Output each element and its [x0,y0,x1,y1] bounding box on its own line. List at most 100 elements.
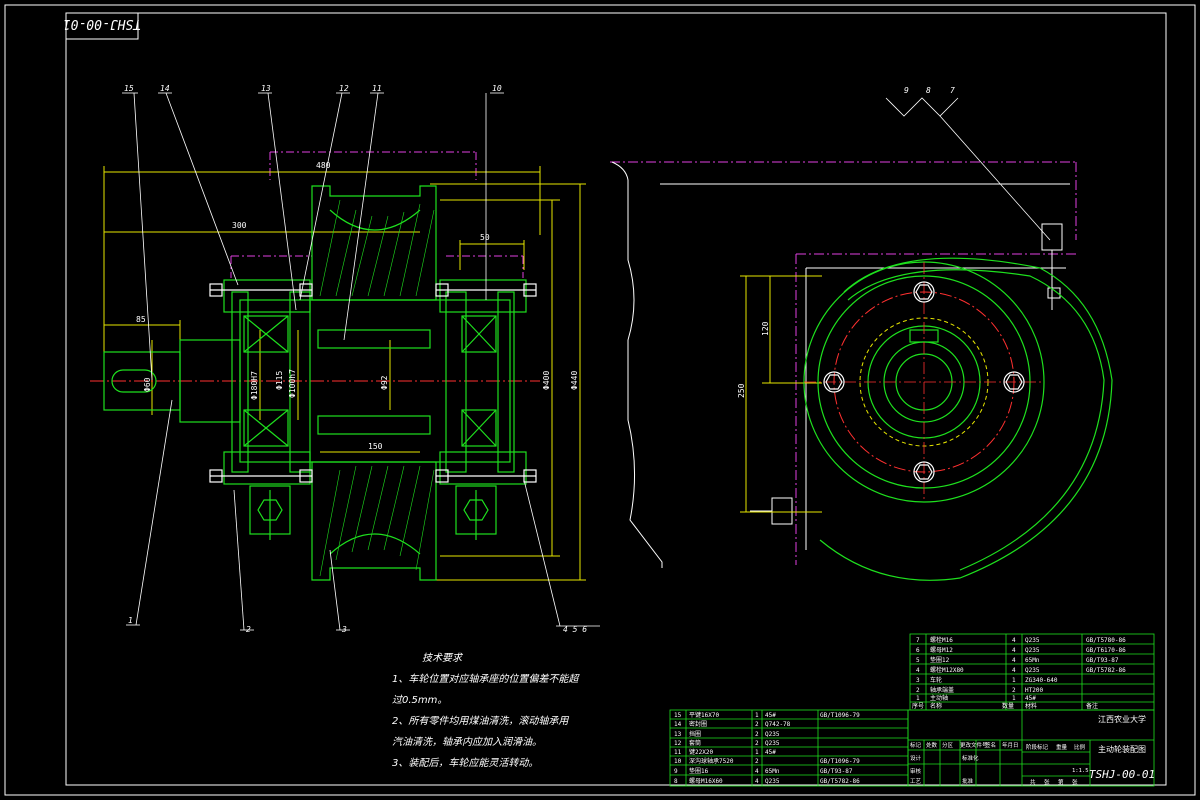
upper-header-no: 序号 [912,702,924,710]
lower-row-qty: 2 [755,758,759,765]
tb-total: 共 [1030,778,1036,786]
upper-row-no: 3 [916,677,920,684]
dim-d100: Φ100h7 [288,369,297,398]
title-block-text: 标记 处数 分区 更改文件号 签名 年月日 设计 标准化 阶段标记 重量 比例 … [910,741,1089,786]
lower-row-no: 12 [674,740,682,747]
lower-row-no: 15 [674,712,682,719]
upper-row-name: 轴承端盖 [930,686,954,694]
tb-zone: 分区 [942,741,954,749]
lower-row-name: 垫圈16 [689,767,709,775]
upper-header-qty: 数量 [1002,702,1014,710]
cad-drawing-sheet: TSHJ-00-01 480 300 85 50 150 Φ400 Φ440 Φ… [4,4,1196,796]
right-dimensions: 120 250 [737,321,770,398]
lower-row-mat: Q235 [765,778,780,785]
lower-row-no: 8 [674,778,678,785]
leader-lines [122,92,1051,631]
upper-row-no: 2 [916,687,920,694]
tb-process: 工艺 [910,778,922,785]
dim-d60: Φ60 [143,377,152,392]
tb-change-doc: 更改文件号 [960,741,988,749]
tb-ratio: 比例 [1074,743,1086,751]
lower-row-mat: 45# [765,712,776,719]
dim-d115: Φ115 [275,371,284,390]
upper-row-mat: 45# [1025,695,1036,702]
tech-line-1: 1、车轮位置对应轴承座的位置偏差不能超 [392,674,579,685]
drawing-code-rotated: TSHJ-00-01 [63,16,141,31]
upper-row-name: 主动轴 [930,694,948,702]
upper-row-mat: ZG340-640 [1025,677,1058,684]
tb-signature: 签名 [985,741,996,749]
lower-row-mat: 45# [765,749,776,756]
lower-row-name: 螺母M16X60 [689,777,723,785]
dim-50: 50 [480,233,490,242]
tb-stage-mark: 阶段标记 [1026,743,1049,751]
upper-row-qty: 4 [1012,647,1016,654]
balloon-12: 12 [339,84,349,93]
lower-row-qty: 4 [755,778,759,785]
tech-title: 技术要求 [422,653,462,664]
upper-row-no: 6 [916,647,920,654]
upper-row-no: 1 [916,695,920,702]
lower-row-std: GB/T5782-86 [820,778,860,785]
dim-d92: Φ92 [380,375,389,390]
upper-row-qty: 4 [1012,637,1016,644]
tb-mark: 标记 [910,741,922,749]
upper-row-qty: 1 [1012,695,1016,702]
lower-row-no: 13 [674,731,682,738]
lower-row-mat: Q742-78 [765,721,791,728]
upper-row-name: 车轮 [930,676,942,684]
tech-line-5: 3、装配后，车轮应能灵活转动。 [392,758,539,769]
dim-d400: Φ400 [542,371,551,390]
dim-85: 85 [136,315,146,324]
lower-row-name: 深沟球轴承7520 [689,757,734,765]
title-block-main: 江西农业大学 主动轮装配图 TSHJ-00-01 [1089,714,1155,781]
upper-header-std: 备注 [1086,702,1098,710]
lower-row-std: GB/T93-87 [820,768,853,775]
tb-approve: 批准 [962,777,974,785]
upper-row-name: 螺母M12 [930,646,953,654]
dim-150: 150 [368,442,383,451]
lower-table-text: 15 平键16X70 1 45# GB/T1096-79 14 密封圈 2 Q7… [674,711,860,785]
lower-row-mat: 65Mn [765,768,780,775]
lower-row-name: 密封圈 [689,720,707,728]
dim-d440: Φ440 [570,371,579,390]
upper-row-name: 垫圈12 [930,656,950,664]
tb-scale: 1:1.5 [1072,768,1089,774]
lower-row-mat: Q235 [765,731,780,738]
tb-date: 年月日 [1002,741,1019,749]
tb-review: 审核 [910,767,922,775]
upper-row-mat: Q235 [1025,647,1040,654]
balloon-1: 1 [128,616,133,625]
lower-row-qty: 2 [755,740,759,747]
upper-row-mat: Q235 [1025,667,1040,674]
lower-row-no: 11 [674,749,682,756]
technical-requirements: 技术要求 1、车轮位置对应轴承座的位置偏差不能超 过0.5mm。 2、所有零件均… [392,648,578,774]
outer-border [4,4,1196,796]
lower-row-qty: 1 [755,749,759,756]
upper-row-no: 5 [916,657,920,664]
lower-row-name: 套筒 [689,739,701,747]
lower-row-no: 10 [674,758,682,765]
lower-row-no: 9 [674,768,678,775]
tb-count: 处数 [926,741,938,749]
upper-row-std: GB/T5780-86 [1086,637,1126,644]
tb-sheet: 张 [1072,778,1078,786]
upper-row-mat: HT200 [1025,687,1043,694]
balloon-9-8-7: 9 [904,86,909,95]
lower-row-name: 键22X20 [689,748,713,756]
balloon-8: 8 [926,86,931,95]
upper-row-name: 螺栓M12X80 [930,666,964,674]
tb-weight: 重量 [1056,743,1068,751]
dim-120: 120 [761,321,770,336]
upper-header-name: 名称 [930,702,942,710]
upper-row-qty: 2 [1012,687,1016,694]
upper-row-std: GB/T93-87 [1086,657,1119,664]
upper-row-std: GB/T5782-86 [1086,667,1126,674]
inner-border [65,12,1167,786]
upper-row-std: GB/T6170-86 [1086,647,1126,654]
upper-row-name: 螺栓M16 [930,636,953,644]
upper-row-mat: Q235 [1025,637,1040,644]
balloon-15: 15 [124,84,134,93]
balloon-10: 10 [492,84,502,93]
balloon-7: 7 [950,86,955,95]
